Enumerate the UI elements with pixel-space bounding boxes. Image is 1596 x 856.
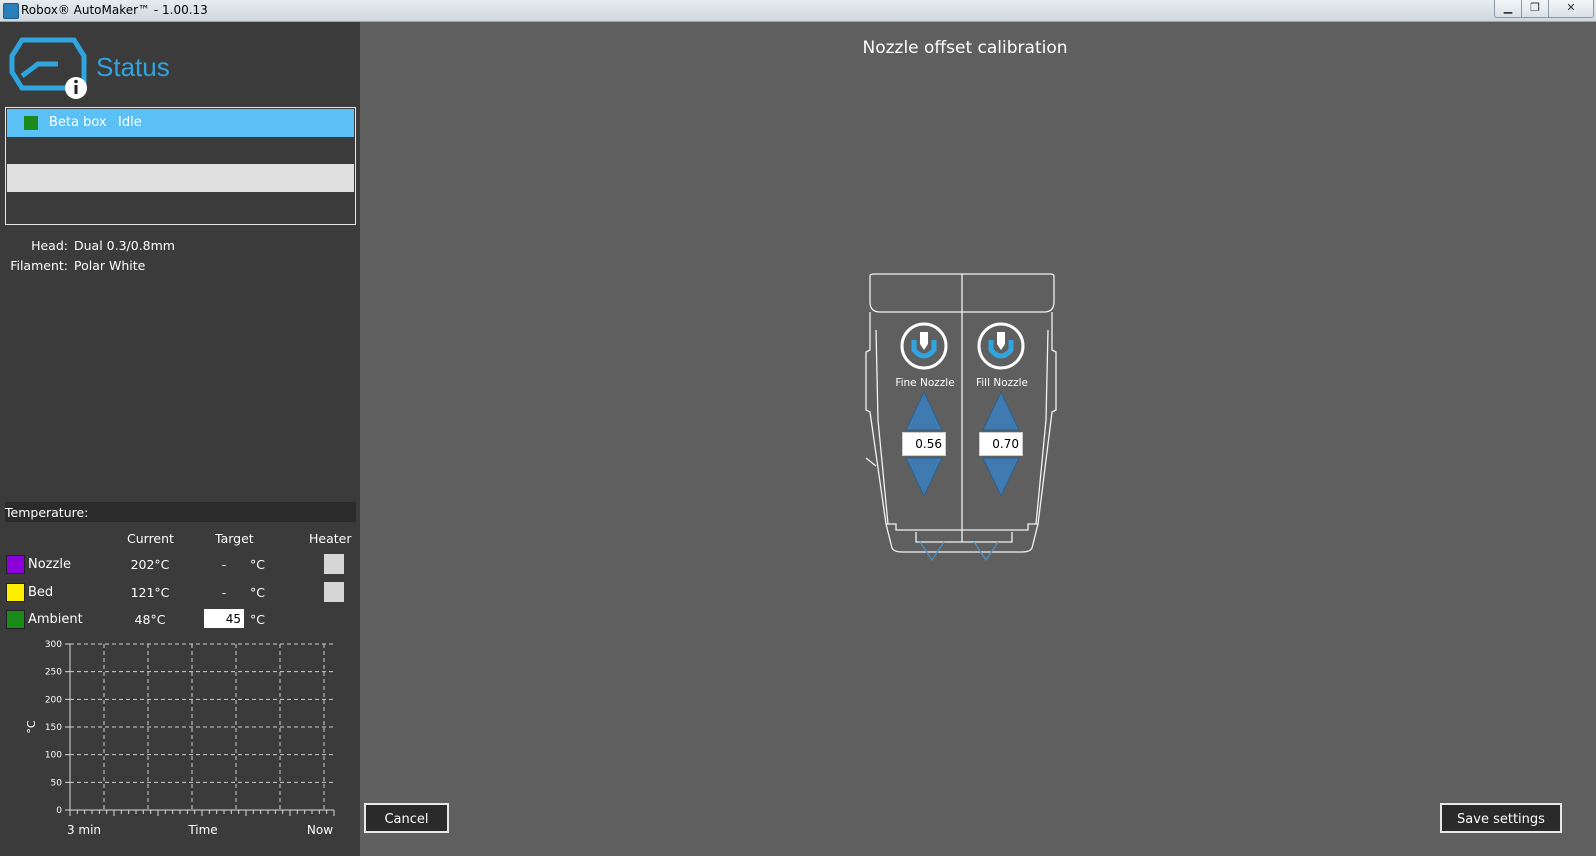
chart-x-axis-label: Time — [187, 823, 217, 837]
nozzle-temp-label: Nozzle — [28, 557, 71, 572]
page-title: Nozzle offset calibration — [862, 38, 1068, 58]
fill-nozzle-offset-input[interactable] — [979, 432, 1023, 456]
fill-nozzle-icon — [977, 322, 1025, 370]
cancel-button[interactable]: Cancel — [364, 803, 449, 833]
save-settings-button[interactable]: Save settings — [1440, 803, 1562, 833]
chart-y-tick-label: 200 — [45, 695, 62, 705]
nozzle-target-temp: - — [221, 557, 227, 572]
close-button[interactable]: ✕ — [1548, 0, 1594, 18]
filament-label: Filament: — [10, 258, 68, 273]
nozzle-current-temp: 202°C — [130, 557, 170, 572]
empty-list-row[interactable] — [7, 164, 354, 192]
fill-nozzle-label: Fill Nozzle — [975, 377, 1029, 389]
bed-color-swatch — [6, 583, 25, 602]
printer-status-icon — [9, 37, 87, 99]
bed-temp-unit: °C — [250, 585, 265, 600]
chart-y-tick-label: 100 — [45, 751, 62, 761]
head-value: Dual 0.3/0.8mm — [74, 238, 175, 253]
printer-status: Idle — [118, 115, 142, 130]
chart-y-tick-label: 300 — [45, 640, 62, 650]
chart-x-tick-start: 3 min — [67, 823, 101, 837]
fine-nozzle-icon — [900, 322, 948, 370]
ambient-target-input[interactable] — [204, 609, 244, 628]
section-title: Status — [96, 52, 170, 82]
fill-nozzle-increase-button[interactable] — [982, 390, 1020, 431]
app-icon — [3, 3, 19, 19]
filament-value: Polar White — [74, 258, 146, 273]
printer-color-swatch — [24, 116, 38, 130]
nozzle-temp-unit: °C — [250, 557, 265, 572]
print-head-diagram — [865, 273, 1057, 562]
nozzle-color-swatch — [6, 555, 25, 574]
title-bar: Robox® AutoMaker™ - 1.00.13 ▁ ❐ ✕ — [0, 0, 1596, 22]
chart-y-tick-label: 50 — [51, 778, 63, 788]
temperature-header: Temperature: — [5, 502, 356, 522]
temperature-chart: 0 50 100 150 200 250 300 °C 3 min Time Now — [25, 640, 335, 837]
heater-column-header: Heater — [309, 531, 352, 546]
printer-list[interactable]: Beta box Idle — [5, 107, 356, 225]
current-column-header: Current — [127, 531, 174, 546]
ambient-color-swatch — [6, 610, 25, 629]
bed-heater-toggle[interactable] — [324, 582, 344, 602]
fine-nozzle-decrease-button[interactable] — [905, 457, 943, 498]
chart-x-tick-end: Now — [307, 823, 333, 837]
fine-nozzle-increase-button[interactable] — [905, 390, 943, 431]
minimize-button[interactable]: ▁ — [1494, 0, 1522, 18]
target-column-header: Target — [215, 531, 254, 546]
chart-y-tick-label: 150 — [45, 723, 62, 733]
fine-nozzle-offset-input[interactable] — [902, 432, 946, 456]
bed-current-temp: 121°C — [130, 585, 170, 600]
nozzle-heater-toggle[interactable] — [324, 554, 344, 574]
temperature-label: Temperature: — [5, 505, 89, 520]
window-title: Robox® AutoMaker™ - 1.00.13 — [21, 3, 208, 17]
chart-y-tick-label: 0 — [56, 806, 62, 816]
chart-y-tick-label: 250 — [45, 668, 62, 678]
bed-temp-label: Bed — [28, 585, 54, 600]
status-sidebar: Status Beta box Idle Head: Dual 0.3/0.8m… — [0, 22, 360, 856]
ambient-temp-label: Ambient — [28, 612, 83, 627]
bed-target-temp: - — [221, 585, 227, 600]
fine-nozzle-label: Fine Nozzle — [895, 377, 955, 389]
fill-nozzle-decrease-button[interactable] — [982, 457, 1020, 498]
chart-y-axis-label: °C — [25, 720, 38, 734]
printer-row[interactable]: Beta box Idle — [7, 109, 354, 137]
ambient-current-temp: 48°C — [134, 612, 166, 627]
maximize-button[interactable]: ❐ — [1521, 0, 1549, 18]
head-label: Head: — [31, 238, 68, 253]
ambient-temp-unit: °C — [250, 612, 265, 627]
printer-name: Beta box — [49, 115, 107, 130]
